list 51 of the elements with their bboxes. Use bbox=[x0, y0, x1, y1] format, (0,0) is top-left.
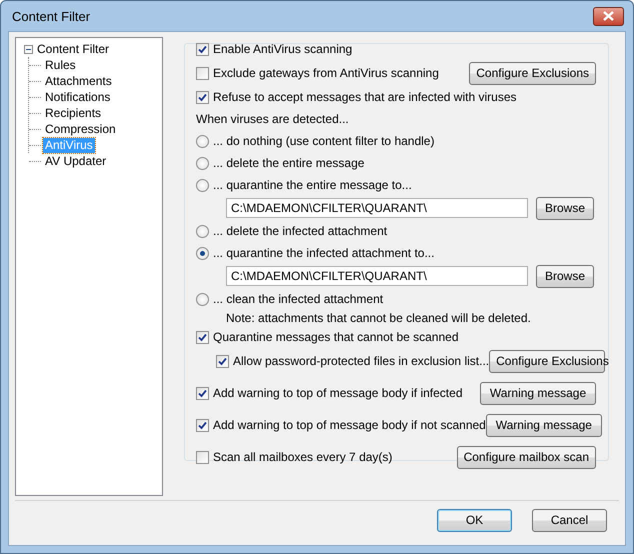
close-button[interactable] bbox=[593, 6, 624, 26]
radio-label: ... delete the infected attachment bbox=[213, 224, 388, 238]
tree-item[interactable]: Attachments bbox=[43, 74, 114, 88]
close-icon bbox=[603, 11, 614, 21]
checkbox[interactable] bbox=[196, 42, 209, 56]
radio-button[interactable] bbox=[196, 134, 209, 148]
tree-item[interactable]: Rules bbox=[43, 58, 78, 72]
note-text: Note: attachments that cannot be cleaned will be deleted. bbox=[226, 311, 531, 325]
radio-button[interactable] bbox=[196, 292, 209, 306]
checkbox-label: Refuse to accept messages that are infected with viruses bbox=[213, 90, 516, 104]
path-field[interactable]: C:\MDAEMON\CFILTER\QUARANT\ bbox=[226, 198, 528, 218]
radio-button[interactable] bbox=[196, 224, 209, 238]
checkbox[interactable] bbox=[196, 450, 209, 464]
browse-button[interactable]: Browse bbox=[536, 264, 594, 288]
checkbox[interactable] bbox=[216, 354, 229, 368]
checkbox[interactable] bbox=[196, 330, 209, 344]
tree-item[interactable]: Notifications bbox=[43, 90, 112, 104]
checkbox-label: Allow password-protected files in exclusion list... bbox=[233, 354, 490, 368]
checkbox-label: Quarantine messages that cannot be scanned bbox=[213, 330, 458, 344]
option-button[interactable]: Configure mailbox scan bbox=[456, 446, 596, 468]
radio-label: ... do nothing (use content filter to handle) bbox=[213, 134, 434, 148]
checkbox[interactable] bbox=[196, 418, 209, 432]
checkbox[interactable] bbox=[196, 386, 209, 400]
checkbox[interactable] bbox=[196, 90, 209, 104]
checkbox-label: Scan all mailboxes every 7 day(s) bbox=[213, 450, 392, 464]
cancel-button[interactable]: Cancel bbox=[532, 508, 607, 532]
radio-button[interactable] bbox=[196, 178, 209, 192]
ok-button[interactable]: OK bbox=[437, 508, 512, 532]
radio-button[interactable] bbox=[196, 246, 209, 260]
section-label: When viruses are detected... bbox=[196, 112, 349, 126]
tree-item[interactable]: Compression bbox=[43, 122, 118, 136]
collapse-icon[interactable] bbox=[24, 44, 33, 54]
browse-button[interactable]: Browse bbox=[536, 196, 594, 220]
option-button[interactable]: Warning message bbox=[480, 382, 596, 404]
path-field[interactable]: C:\MDAEMON\CFILTER\QUARANT\ bbox=[226, 266, 528, 286]
tree-item[interactable]: AV Updater bbox=[43, 154, 108, 168]
radio-label: ... delete the entire message bbox=[213, 156, 364, 170]
checkbox-label: Exclude gateways from AntiVirus scanning bbox=[213, 66, 439, 80]
tree-item[interactable]: Recipients bbox=[43, 106, 104, 120]
checkbox[interactable] bbox=[196, 66, 209, 80]
checkbox-label: Enable AntiVirus scanning bbox=[213, 42, 352, 56]
tree-item[interactable]: Content Filter bbox=[35, 42, 112, 56]
checkbox-label: Add warning to top of message body if infected bbox=[213, 386, 462, 400]
window-title: Content Filter bbox=[11, 8, 90, 24]
radio-button[interactable] bbox=[196, 156, 209, 170]
option-button[interactable]: Configure Exclusions bbox=[469, 62, 596, 84]
radio-label: ... clean the infected attachment bbox=[213, 292, 384, 306]
radio-label: ... quarantine the infected attachment to... bbox=[213, 246, 434, 260]
option-button[interactable]: Warning message bbox=[486, 414, 602, 436]
checkbox-label: Add warning to top of message body if not scanned bbox=[213, 418, 486, 432]
radio-label: ... quarantine the entire message to... bbox=[213, 178, 412, 192]
